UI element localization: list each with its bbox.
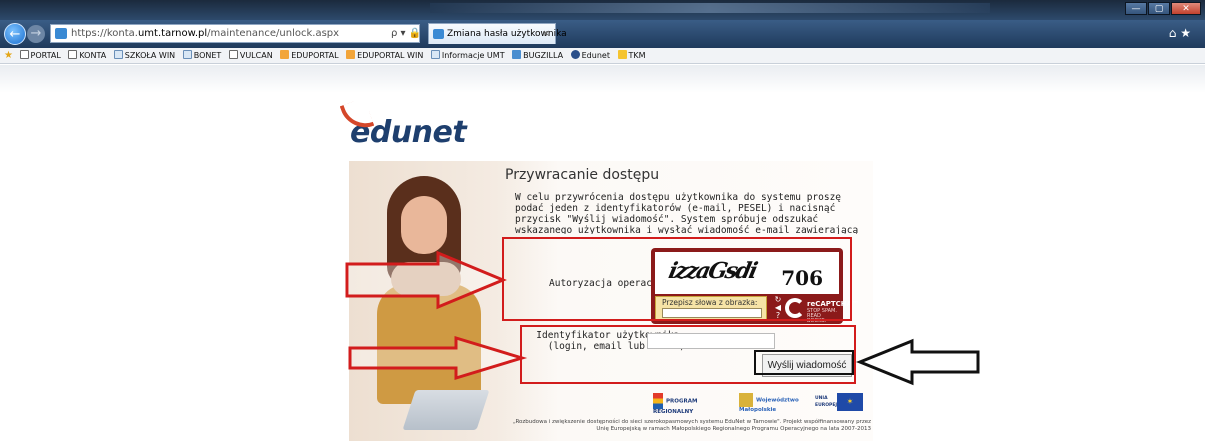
window-controls: — ▢ ✕ xyxy=(1125,2,1201,15)
favorites-bar: ★ PORTAL KONTA SZKOŁA WIN BONET VULCAN E… xyxy=(0,48,1205,64)
malopolska-logo: Województwo Małopolskie xyxy=(739,393,809,415)
edunet-icon xyxy=(570,50,580,59)
site-favicon-icon xyxy=(55,28,67,39)
url-prefix: https://konta. xyxy=(71,28,138,39)
favorite-item[interactable]: BONET xyxy=(182,48,221,64)
home-favorites-icons[interactable]: ⌂ ★ xyxy=(1169,26,1191,40)
favorite-item[interactable]: Informacje UMT xyxy=(430,48,505,64)
favorite-item[interactable]: Edunet xyxy=(570,48,610,64)
browser-tab[interactable]: Zmiana hasła użytkownika × xyxy=(428,23,567,44)
page-icon xyxy=(182,50,192,59)
program-regionalny-logo: PROGRAM REGIONALNY xyxy=(653,393,727,415)
url-host: umt.tarnow.pl xyxy=(137,28,208,39)
project-footer-text: „Rozbudowa i zwiększenie dostępności do … xyxy=(512,419,871,432)
v-icon xyxy=(228,50,238,59)
folder-icon xyxy=(280,50,290,59)
favorite-item[interactable]: BUGZILLA xyxy=(512,48,563,64)
minimize-button[interactable]: — xyxy=(1125,2,1147,15)
page-title: Przywracanie dostępu xyxy=(505,167,660,183)
sponsor-logos: PROGRAM REGIONALNY Województwo Małopolsk… xyxy=(643,393,873,415)
favorite-item[interactable]: TKM xyxy=(617,48,646,64)
tab-favicon-icon xyxy=(433,29,444,39)
favorite-item[interactable]: KONTA xyxy=(68,48,106,64)
button-highlight-box xyxy=(754,350,854,375)
page-icon xyxy=(113,50,123,59)
page-icon xyxy=(430,50,440,59)
eu-flag-icon: ✶ xyxy=(837,393,863,411)
eu-logo: UNIA EUROPEJSKA✶ xyxy=(815,393,873,415)
tab-close-icon[interactable]: × xyxy=(542,24,550,44)
address-tools[interactable]: ρ ▾ 🔒 ≣ C ✕ xyxy=(391,25,419,42)
folder-icon xyxy=(346,50,356,59)
browser-nav-bar: ← → https://konta.umt.tarnow.pl/maintena… xyxy=(0,20,1205,48)
forward-arrow-icon[interactable]: → xyxy=(27,25,45,43)
favorite-item[interactable]: PORTAL xyxy=(19,48,61,64)
v-icon xyxy=(68,50,78,59)
regional-program-emblem-icon xyxy=(653,393,663,409)
favorite-item[interactable]: EDUPORTAL xyxy=(280,48,339,64)
maximize-button[interactable]: ▢ xyxy=(1148,2,1170,15)
edunet-logo: edunet xyxy=(339,97,467,150)
back-arrow-icon[interactable]: ← xyxy=(4,23,26,45)
v-icon xyxy=(19,50,29,59)
favorite-item[interactable]: SZKOŁA WIN xyxy=(113,48,175,64)
title-bar-decoration xyxy=(430,3,990,13)
page-top-shade xyxy=(0,65,1205,93)
captcha-highlight-box xyxy=(502,237,852,321)
favorite-item[interactable]: VULCAN xyxy=(228,48,273,64)
favorite-item[interactable]: EDUPORTAL WIN xyxy=(346,48,423,64)
url-path: /maintenance/unlock.aspx xyxy=(207,28,340,39)
favorites-star-icon[interactable]: ★ xyxy=(4,50,13,61)
instructions-text: W celu przywrócenia dostępu użytkownika … xyxy=(515,192,859,234)
address-bar[interactable]: https://konta.umt.tarnow.pl/maintenance/… xyxy=(50,24,420,43)
browser-title-bar: — ▢ ✕ xyxy=(0,0,1205,20)
bug-icon xyxy=(512,50,522,59)
malopolska-emblem-icon xyxy=(739,393,753,407)
close-window-button[interactable]: ✕ xyxy=(1171,2,1201,15)
folder-icon xyxy=(617,50,627,59)
woman-with-laptop-image xyxy=(373,176,490,441)
